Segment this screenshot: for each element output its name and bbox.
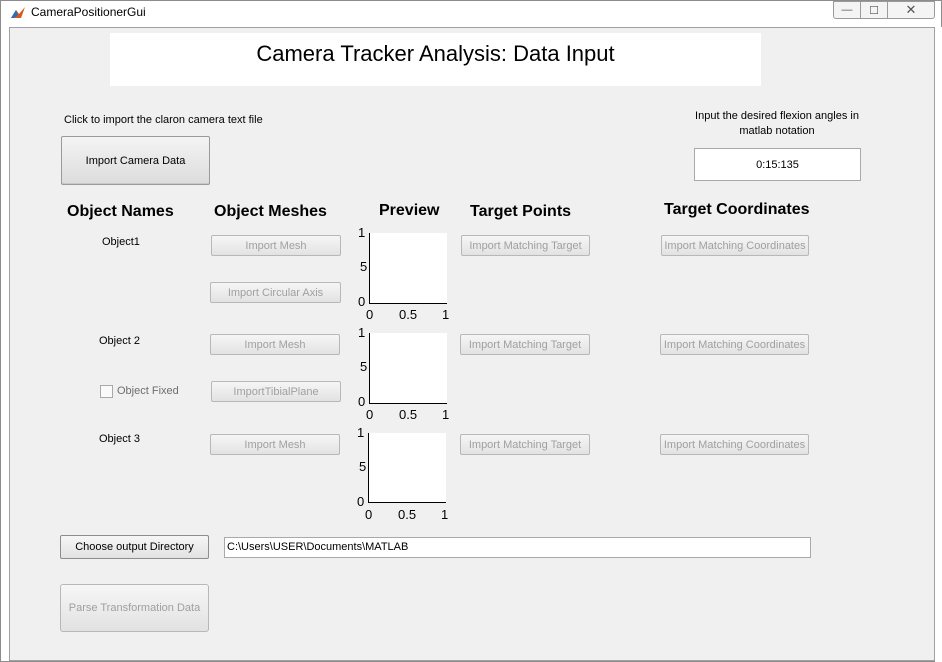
import-mesh-button-2[interactable]: Import Mesh [210, 334, 340, 355]
y-tick-label: 1 [358, 325, 366, 340]
output-directory-input[interactable]: C:\Users\USER\Documents\MATLAB [224, 537, 811, 558]
import-instruction: Click to import the claron camera text f… [64, 114, 263, 126]
object-name-label: Object 3 [99, 433, 140, 445]
x-tick-label: 0 [366, 407, 374, 422]
y-tick-label: 0 [358, 394, 366, 409]
object-fixed-checkbox[interactable] [100, 385, 113, 398]
header-panel: Camera Tracker Analysis: Data Input [110, 33, 761, 86]
import-mesh-button-3[interactable]: Import Mesh [210, 434, 340, 455]
column-header-coordinates: Target Coordinates [664, 201, 810, 218]
page-title: Camera Tracker Analysis: Data Input [256, 41, 615, 66]
x-tick-label: 0.5 [398, 507, 417, 522]
preview-axes-2 [369, 333, 447, 404]
app-window: CameraPositionerGui — ☐ ✕ Camera Tracker… [0, 0, 942, 662]
object-fixed-label: Object Fixed [117, 385, 179, 397]
import-tibial-plane-button[interactable]: ImportTibialPlane [211, 381, 341, 402]
flexion-instruction: Input the desired flexion angles in matl… [695, 110, 859, 137]
column-header-preview: Preview [379, 202, 440, 219]
column-header-targets: Target Points [470, 203, 572, 220]
minimize-button[interactable]: — [833, 1, 861, 19]
title-bar: CameraPositionerGui — ☐ ✕ [1, 1, 941, 25]
x-tick-label: 0 [366, 307, 374, 322]
x-tick-label: 1 [442, 307, 450, 322]
column-header-meshes: Object Meshes [214, 203, 327, 220]
flexion-angles-input[interactable]: 0:15:135 [694, 148, 861, 181]
y-tick-label: 0 [357, 494, 365, 509]
import-matching-target-button-2[interactable]: Import Matching Target [460, 334, 590, 355]
matlab-app-icon [10, 6, 26, 20]
import-matching-coordinates-button-1[interactable]: Import Matching Coordinates [661, 235, 809, 256]
close-icon: ✕ [905, 2, 917, 17]
y-tick-label: 5 [359, 459, 366, 474]
preview-axes-1 [369, 233, 447, 304]
import-camera-data-button[interactable]: Import Camera Data [61, 136, 210, 185]
object-name-label: Object 2 [99, 335, 140, 347]
maximize-button[interactable]: ☐ [860, 1, 888, 19]
import-matching-coordinates-button-3[interactable]: Import Matching Coordinates [660, 434, 809, 455]
choose-output-directory-button[interactable]: Choose output Directory [60, 535, 209, 559]
x-tick-label: 1 [441, 507, 449, 522]
x-tick-label: 0.5 [399, 407, 418, 422]
import-matching-coordinates-button-2[interactable]: Import Matching Coordinates [660, 334, 809, 355]
y-tick-label: 0 [358, 294, 366, 309]
maximize-icon: ☐ [869, 4, 879, 17]
import-matching-target-button-3[interactable]: Import Matching Target [460, 434, 590, 455]
parse-transformation-data-button[interactable]: Parse Transformation Data [60, 584, 209, 632]
object-name-label: Object1 [102, 236, 140, 248]
import-mesh-button-1[interactable]: Import Mesh [211, 235, 341, 256]
window-title: CameraPositionerGui [31, 5, 146, 19]
close-button[interactable]: ✕ [887, 1, 935, 19]
y-tick-label: 5 [360, 359, 367, 374]
window-edge [935, 27, 942, 662]
x-tick-label: 1 [442, 407, 450, 422]
figure-panel: Camera Tracker Analysis: Data Input Clic… [9, 27, 935, 661]
minimize-icon: — [841, 4, 853, 16]
preview-axes-3 [368, 433, 446, 503]
x-tick-label: 0 [365, 507, 373, 522]
x-tick-label: 0.5 [399, 307, 418, 322]
y-tick-label: 1 [357, 425, 365, 440]
import-matching-target-button-1[interactable]: Import Matching Target [461, 235, 590, 256]
y-tick-label: 5 [360, 259, 367, 274]
column-header-names: Object Names [67, 203, 174, 220]
import-circular-axis-button[interactable]: Import Circular Axis [210, 282, 341, 303]
y-tick-label: 1 [358, 225, 366, 240]
